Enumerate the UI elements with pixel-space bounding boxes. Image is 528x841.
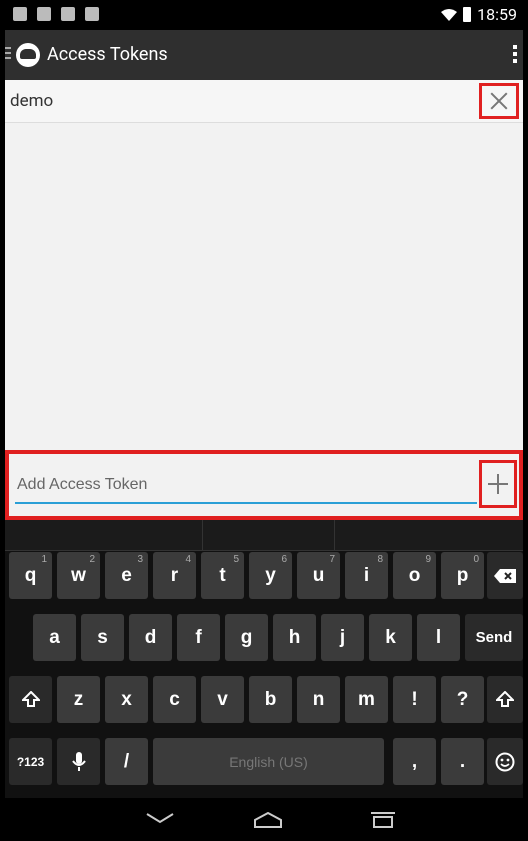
shift-icon bbox=[496, 690, 514, 707]
space-key[interactable]: English (US) bbox=[153, 738, 384, 785]
app-bar: Access Tokens bbox=[5, 30, 523, 80]
key-n[interactable]: n bbox=[297, 676, 340, 723]
smiley-icon bbox=[495, 752, 515, 771]
send-key[interactable]: Send bbox=[465, 614, 523, 661]
emoji-key[interactable] bbox=[487, 738, 523, 785]
plus-icon bbox=[488, 474, 508, 494]
backspace-icon bbox=[494, 568, 516, 583]
status-bar: 18:59 bbox=[5, 0, 523, 30]
key-s[interactable]: s bbox=[81, 614, 124, 661]
shift-icon bbox=[21, 690, 40, 707]
token-name: demo bbox=[10, 91, 54, 111]
key-j[interactable]: j bbox=[321, 614, 364, 661]
add-token-input[interactable] bbox=[15, 468, 477, 504]
backspace-key[interactable] bbox=[487, 552, 523, 599]
key-k[interactable]: k bbox=[369, 614, 412, 661]
notification-icons bbox=[13, 7, 99, 21]
key-p[interactable]: p0 bbox=[441, 552, 484, 599]
clock: 18:59 bbox=[477, 5, 517, 24]
key-d[interactable]: d bbox=[129, 614, 172, 661]
key-y[interactable]: y6 bbox=[249, 552, 292, 599]
key-g[interactable]: g bbox=[225, 614, 268, 661]
key-exclamation[interactable]: ! bbox=[393, 676, 436, 723]
keyboard-notification-icon bbox=[37, 7, 51, 21]
key-a[interactable]: a bbox=[33, 614, 76, 661]
status-right: 18:59 bbox=[441, 5, 517, 24]
suggestion-strip bbox=[5, 520, 523, 551]
shift-key-right[interactable] bbox=[487, 676, 523, 723]
symbols-key[interactable]: ?123 bbox=[9, 738, 52, 785]
drawer-menu-icon[interactable] bbox=[5, 47, 11, 62]
home-icon[interactable] bbox=[253, 812, 283, 828]
app-notification-icon bbox=[13, 7, 27, 21]
key-b[interactable]: b bbox=[249, 676, 292, 723]
remove-token-button[interactable] bbox=[479, 83, 519, 119]
key-l[interactable]: l bbox=[417, 614, 460, 661]
key-q[interactable]: q1 bbox=[9, 552, 52, 599]
key-w[interactable]: w2 bbox=[57, 552, 100, 599]
app-logo-icon[interactable] bbox=[16, 43, 40, 67]
key-slash[interactable]: / bbox=[105, 738, 148, 785]
key-u[interactable]: u7 bbox=[297, 552, 340, 599]
key-period[interactable]: . bbox=[441, 738, 484, 785]
close-icon bbox=[490, 92, 508, 110]
key-i[interactable]: i8 bbox=[345, 552, 388, 599]
add-token-area bbox=[5, 450, 523, 520]
key-m[interactable]: m bbox=[345, 676, 388, 723]
key-v[interactable]: v bbox=[201, 676, 244, 723]
microphone-icon bbox=[71, 751, 86, 771]
recent-apps-icon[interactable] bbox=[369, 812, 397, 828]
key-f[interactable]: f bbox=[177, 614, 220, 661]
system-nav-bar bbox=[5, 798, 523, 841]
key-e[interactable]: e3 bbox=[105, 552, 148, 599]
key-z[interactable]: z bbox=[57, 676, 100, 723]
clipboard-notification-icon bbox=[85, 7, 99, 21]
shift-key-left[interactable] bbox=[9, 676, 52, 723]
app-frame: 18:59 Access Tokens demo q1 w2 e3 r4 t5 … bbox=[5, 0, 523, 841]
back-chevron-icon[interactable] bbox=[145, 812, 175, 824]
key-question[interactable]: ? bbox=[441, 676, 484, 723]
page-title: Access Tokens bbox=[47, 44, 168, 65]
key-x[interactable]: x bbox=[105, 676, 148, 723]
key-c[interactable]: c bbox=[153, 676, 196, 723]
wifi-icon bbox=[441, 8, 458, 21]
token-list-item: demo bbox=[5, 80, 523, 123]
battery-icon bbox=[463, 7, 472, 22]
key-h[interactable]: h bbox=[273, 614, 316, 661]
key-t[interactable]: t5 bbox=[201, 552, 244, 599]
voice-input-key[interactable] bbox=[57, 738, 100, 785]
image-notification-icon bbox=[61, 7, 75, 21]
key-r[interactable]: r4 bbox=[153, 552, 196, 599]
soft-keyboard: q1 w2 e3 r4 t5 y6 u7 i8 o9 p0 a s d f g … bbox=[5, 520, 523, 798]
key-comma[interactable]: , bbox=[393, 738, 436, 785]
add-token-button[interactable] bbox=[479, 460, 517, 508]
overflow-menu-icon[interactable] bbox=[513, 45, 517, 66]
key-o[interactable]: o9 bbox=[393, 552, 436, 599]
